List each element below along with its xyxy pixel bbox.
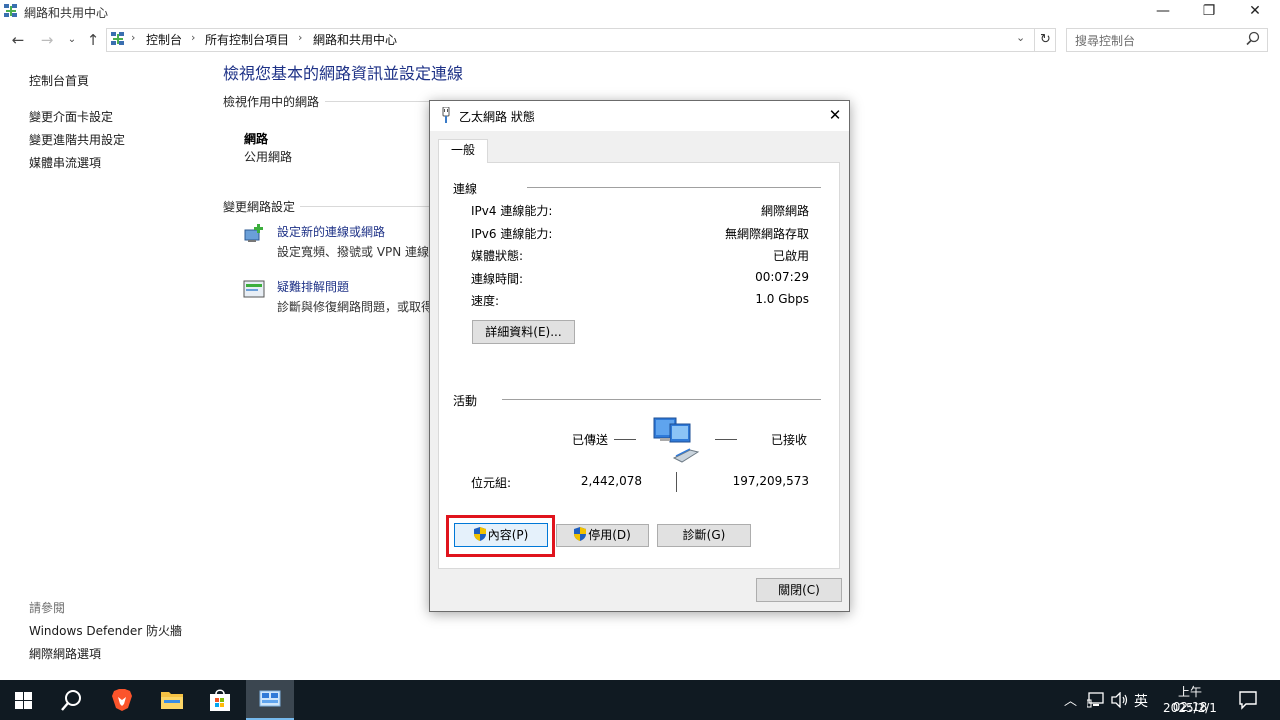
media-state-value: 已啟用 [772, 249, 809, 263]
bytes-sent-value: 2,442,078 [580, 474, 642, 488]
clock-date[interactable]: 2025/2/1 [1160, 701, 1220, 715]
maximize-button[interactable]: ❐ [1186, 0, 1232, 24]
refresh-icon[interactable]: ↻ [1034, 29, 1056, 51]
details-button[interactable]: 詳細資料(E)... [472, 320, 575, 344]
bytes-divider [676, 472, 677, 492]
windows-start-icon[interactable] [15, 692, 32, 709]
search-icon[interactable] [61, 689, 83, 711]
dialog-close-button[interactable]: 關閉(C) [756, 578, 842, 602]
address-dropdown-icon[interactable]: ⌄ [1016, 31, 1025, 44]
close-button[interactable]: ✕ [1232, 0, 1278, 24]
tab-panel [438, 162, 840, 569]
dialog-title: 乙太網路 狀態 [459, 110, 535, 124]
speed-value: 1.0 Gbps [755, 292, 809, 306]
new-connection-desc: 設定寬頻、撥號或 VPN 連線 [277, 245, 430, 259]
recent-locations-icon[interactable]: ⌄ [62, 30, 82, 50]
connection-group-label: 連線 [453, 182, 478, 196]
sent-label: 已傳送 [572, 433, 609, 447]
nav-media-streaming[interactable]: 媒體串流選項 [29, 154, 101, 171]
group-divider [527, 187, 821, 188]
diagnose-button[interactable]: 診斷(G) [657, 524, 751, 547]
network-center-icon [4, 4, 17, 17]
group-divider [502, 399, 821, 400]
window-title: 網路和共用中心 [24, 6, 109, 20]
network-type: 公用網路 [244, 150, 293, 164]
control-panel-icon [111, 32, 124, 45]
uac-shield-icon [473, 527, 486, 541]
notifications-icon[interactable] [1238, 690, 1258, 710]
divider [325, 101, 430, 102]
speed-label: 速度: [471, 294, 500, 308]
title-bar [0, 0, 1280, 24]
activity-group-label: 活動 [453, 394, 478, 408]
troubleshoot-link[interactable]: 疑難排解問題 [277, 278, 349, 295]
dialog-close-icon[interactable]: ✕ [824, 104, 846, 126]
ipv6-label: IPv6 連線能力: [471, 227, 553, 241]
file-explorer-icon[interactable] [160, 689, 184, 711]
nav-firewall[interactable]: Windows Defender 防火牆 [29, 622, 182, 639]
ipv4-label: IPv4 連線能力: [471, 204, 553, 218]
divider [300, 206, 430, 207]
nav-change-adapter[interactable]: 變更介面卡設定 [29, 108, 113, 125]
duration-label: 連線時間: [471, 272, 524, 286]
new-connection-icon [244, 224, 263, 242]
received-line [715, 439, 737, 440]
minimize-button[interactable]: — [1140, 0, 1186, 24]
new-connection-link[interactable]: 設定新的連線或網路 [277, 223, 385, 240]
received-label: 已接收 [771, 433, 808, 447]
network-tray-icon[interactable] [1087, 692, 1105, 708]
troubleshoot-desc: 診斷與修復網路問題，或取得 [277, 300, 434, 314]
uac-shield-icon [574, 527, 587, 541]
control-panel-app-icon [259, 690, 281, 707]
sent-line [614, 439, 636, 440]
store-icon[interactable] [209, 688, 231, 712]
input-method-indicator[interactable]: 英 [1134, 691, 1148, 711]
nav-advanced-sharing[interactable]: 變更進階共用設定 [29, 131, 125, 148]
breadcrumb-network-center[interactable]: 網路和共用中心 [313, 31, 397, 48]
search-icon[interactable] [1245, 31, 1261, 47]
nav-control-panel-home[interactable]: 控制台首頁 [29, 72, 89, 89]
network-activity-icon [653, 417, 700, 463]
nav-internet-options[interactable]: 網際網路選項 [29, 645, 101, 662]
show-hidden-icons-icon[interactable]: ︿ [1064, 690, 1077, 709]
change-settings-heading: 變更網路設定 [223, 200, 296, 214]
breadcrumb-control-panel[interactable]: 控制台 [146, 31, 182, 48]
properties-label: 內容(P) [487, 528, 529, 542]
bytes-received-value: 197,209,573 [732, 474, 809, 488]
volume-icon[interactable] [1111, 692, 1129, 708]
disable-label: 停用(D) [588, 528, 631, 542]
properties-button[interactable]: 內容(P) [454, 523, 548, 547]
up-arrow-icon[interactable]: ↑ [83, 30, 103, 50]
media-state-label: 媒體狀態: [471, 249, 524, 263]
breadcrumb-all-items[interactable]: 所有控制台項目 [205, 31, 289, 48]
disable-button[interactable]: 停用(D) [556, 524, 649, 547]
network-name: 網路 [244, 132, 269, 146]
breadcrumb-separator: › [298, 31, 303, 44]
breadcrumb-separator: › [191, 31, 196, 44]
see-also-heading: 請參閱 [29, 601, 66, 615]
ethernet-plug-icon [442, 107, 450, 123]
search-placeholder: 搜尋控制台 [1075, 34, 1136, 48]
ipv4-value: 網際網路 [760, 204, 809, 218]
tab-general[interactable]: 一般 [438, 139, 488, 163]
brave-browser-icon[interactable] [111, 688, 133, 712]
forward-arrow-icon[interactable]: → [37, 30, 57, 50]
back-arrow-icon[interactable]: ← [8, 30, 28, 50]
duration-value: 00:07:29 [755, 270, 809, 284]
active-networks-heading: 檢視作用中的網路 [223, 95, 320, 109]
page-title: 檢視您基本的網路資訊並設定連線 [223, 64, 464, 83]
breadcrumb-separator: › [131, 31, 136, 44]
troubleshoot-icon [243, 280, 265, 298]
ipv6-value: 無網際網路存取 [724, 227, 809, 241]
bytes-label: 位元組: [471, 476, 512, 490]
